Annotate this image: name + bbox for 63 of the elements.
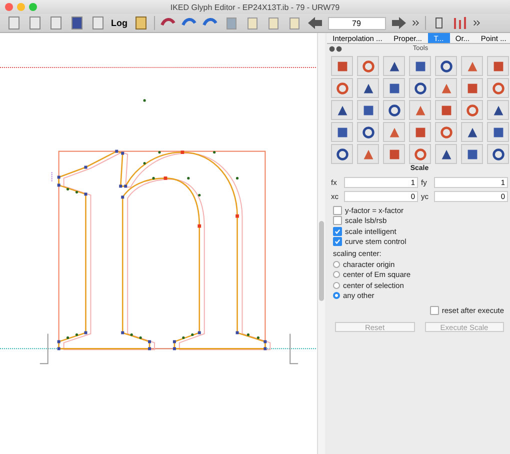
radio-button[interactable]: [333, 260, 340, 268]
checkbox[interactable]: [333, 206, 342, 215]
close-button[interactable]: [5, 3, 13, 11]
radio-button[interactable]: [333, 282, 340, 289]
tool-button[interactable]: [435, 56, 457, 76]
checkbox[interactable]: [333, 216, 342, 226]
hint-mark: [51, 172, 52, 183]
tool-button[interactable]: [461, 144, 483, 164]
new-page-icon[interactable]: [6, 15, 22, 31]
tool-button[interactable]: [487, 122, 509, 142]
right-arrow-icon[interactable]: [390, 15, 406, 31]
tool-button[interactable]: [357, 56, 379, 76]
tool-button[interactable]: [357, 100, 379, 120]
tool-button[interactable]: [461, 78, 483, 98]
tool-button[interactable]: [331, 100, 353, 120]
close-icon[interactable]: [329, 46, 335, 52]
radio-button[interactable]: [333, 271, 340, 278]
tool-button[interactable]: [487, 144, 509, 164]
tool-button[interactable]: [331, 56, 353, 76]
glyph-field[interactable]: 79: [328, 16, 386, 30]
tool-button[interactable]: [331, 78, 353, 98]
tool-button[interactable]: [383, 144, 405, 164]
tool-button[interactable]: [435, 122, 457, 142]
tool-button[interactable]: [409, 122, 431, 142]
tool-button[interactable]: [383, 122, 405, 142]
right-bracket-mark: [290, 333, 299, 364]
tool-button[interactable]: [487, 56, 509, 76]
scrollbar[interactable]: [317, 33, 325, 454]
chart-icon[interactable]: [452, 15, 468, 31]
checkbox[interactable]: [333, 237, 342, 246]
tool-button[interactable]: [383, 100, 405, 120]
left-arrow-icon[interactable]: [306, 15, 322, 31]
chevron-icon[interactable]: [472, 19, 480, 27]
radio-button[interactable]: [333, 292, 340, 300]
left-bracket-mark: [39, 333, 48, 364]
tool-button[interactable]: [383, 56, 405, 76]
tool-button[interactable]: [331, 144, 353, 164]
checkbox[interactable]: [333, 226, 342, 236]
tool-button[interactable]: [357, 122, 379, 142]
tool-button[interactable]: [487, 78, 509, 98]
tool-button[interactable]: [357, 144, 379, 164]
tool-button[interactable]: [487, 100, 509, 120]
tool-button[interactable]: [435, 78, 457, 98]
tool-button[interactable]: [357, 78, 379, 98]
window-title: IKED Glyph Editor - EP24X13T.ib - 79 - URW79: [170, 2, 340, 12]
chevron-icon[interactable]: [412, 19, 420, 27]
tool-button[interactable]: [409, 78, 431, 98]
minimize-icon[interactable]: [336, 46, 342, 52]
tool-button[interactable]: [461, 56, 483, 76]
clipboard-icon[interactable]: [132, 15, 148, 31]
tool-button[interactable]: [383, 78, 405, 98]
tool-button[interactable]: [461, 100, 483, 120]
log-button[interactable]: Log: [111, 18, 128, 28]
tool-button[interactable]: [409, 144, 431, 164]
checkbox[interactable]: [430, 306, 439, 315]
page-icon[interactable]: [27, 15, 43, 31]
tool-button[interactable]: [409, 56, 431, 76]
tool-button[interactable]: [461, 122, 483, 142]
save-icon[interactable]: [69, 15, 85, 31]
tool-button[interactable]: [331, 122, 353, 142]
tool-button[interactable]: [409, 100, 431, 120]
tool-button[interactable]: [435, 100, 457, 120]
tool-button[interactable]: [435, 144, 457, 164]
